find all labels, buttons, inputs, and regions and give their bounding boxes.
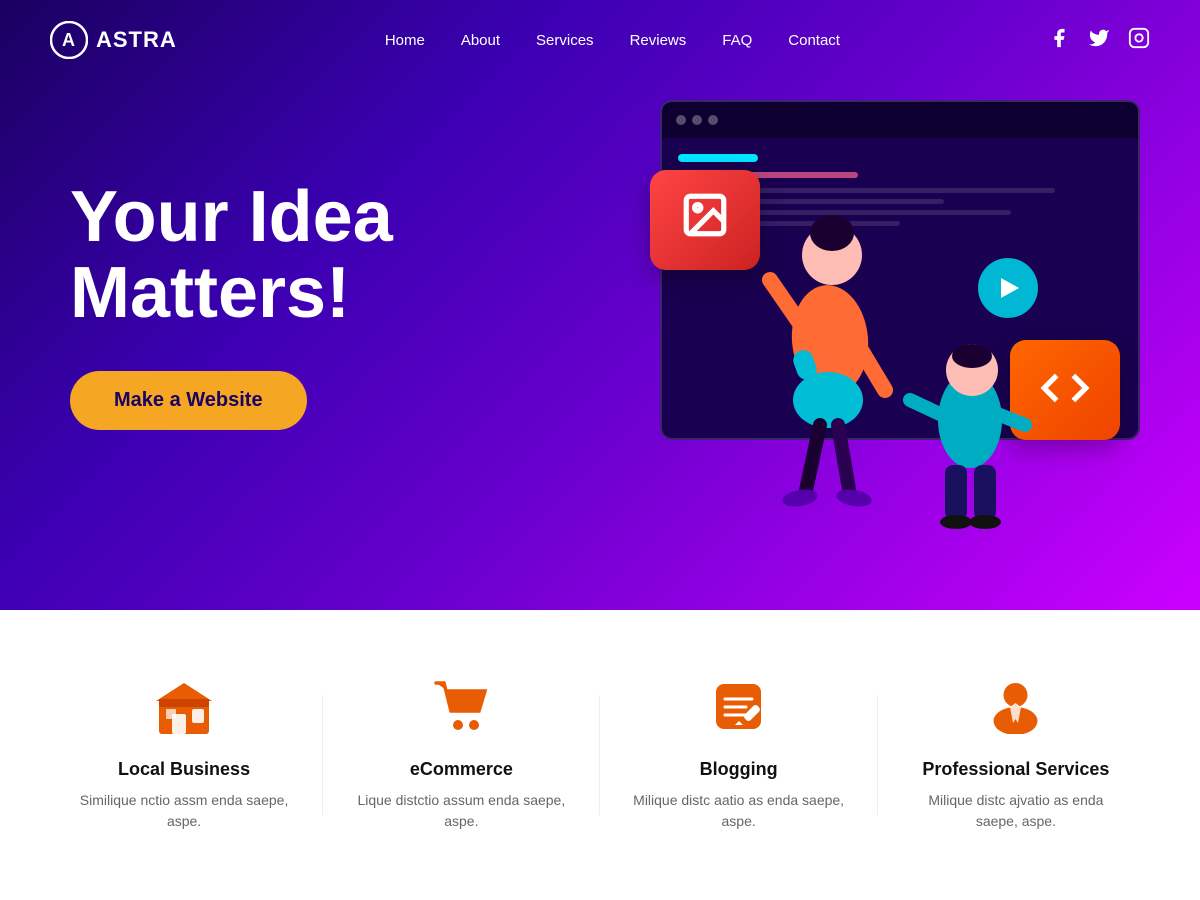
- nav-services[interactable]: Services: [536, 32, 594, 49]
- professional-icon: [988, 679, 1043, 743]
- nav-reviews[interactable]: Reviews: [630, 32, 687, 49]
- play-button[interactable]: [978, 258, 1038, 318]
- service-blogging: Blogging Milique distc aatio as enda sae…: [629, 679, 849, 832]
- floating-code-card: [1010, 340, 1120, 440]
- twitter-icon[interactable]: [1088, 27, 1110, 54]
- ecommerce-title: eCommerce: [410, 759, 513, 780]
- browser-dot-3: [708, 115, 718, 125]
- browser-bar: [662, 102, 1138, 138]
- browser-accent-bar: [678, 154, 758, 162]
- blogging-icon: [711, 679, 766, 743]
- local-business-title: Local Business: [118, 759, 250, 780]
- ecommerce-icon: [434, 679, 489, 743]
- code-card-icon: [1040, 363, 1090, 418]
- professional-desc: Milique distc ajvatio as enda saepe, asp…: [906, 790, 1126, 832]
- service-professional: Professional Services Milique distc ajva…: [906, 679, 1126, 832]
- brand-name: ASTRA: [96, 27, 177, 53]
- instagram-icon[interactable]: [1128, 27, 1150, 54]
- blogging-title: Blogging: [700, 759, 778, 780]
- local-business-desc: Similique nctio assm enda saepe, aspe.: [74, 790, 294, 832]
- facebook-icon[interactable]: [1048, 27, 1070, 54]
- ecommerce-desc: Lique distctio assum enda saepe, aspe.: [351, 790, 571, 832]
- browser-dot-1: [676, 115, 686, 125]
- services-section: Local Business Similique nctio assm enda…: [0, 610, 1200, 900]
- professional-title: Professional Services: [922, 759, 1109, 780]
- hero-section: Your Idea Matters! Make a Website: [0, 0, 1200, 610]
- cta-button[interactable]: Make a Website: [70, 371, 307, 430]
- svg-text:A: A: [62, 30, 76, 50]
- service-local-business: Local Business Similique nctio assm enda…: [74, 679, 294, 832]
- image-card-icon: [680, 190, 730, 250]
- local-business-icon: [154, 679, 214, 743]
- nav-home[interactable]: Home: [385, 32, 425, 49]
- divider-3: [877, 695, 878, 815]
- blogging-desc: Milique distc aatio as enda saepe, aspe.: [629, 790, 849, 832]
- main-nav: Home About Services Reviews FAQ Contact: [385, 32, 840, 49]
- browser-dot-2: [692, 115, 702, 125]
- divider-2: [599, 695, 600, 815]
- nav-faq[interactable]: FAQ: [722, 32, 752, 49]
- nav-contact[interactable]: Contact: [788, 32, 840, 49]
- logo[interactable]: A ASTRA: [50, 21, 177, 59]
- floating-image-card: [650, 170, 760, 270]
- hero-title: Your Idea Matters!: [70, 180, 393, 331]
- divider-1: [322, 695, 323, 815]
- nav-about[interactable]: About: [461, 32, 500, 49]
- play-icon: [1001, 278, 1019, 298]
- social-icons: [1048, 27, 1150, 54]
- service-ecommerce: eCommerce Lique distctio assum enda saep…: [351, 679, 571, 832]
- header: A ASTRA Home About Services Reviews FAQ …: [0, 0, 1200, 80]
- hero-text: Your Idea Matters! Make a Website: [70, 180, 393, 430]
